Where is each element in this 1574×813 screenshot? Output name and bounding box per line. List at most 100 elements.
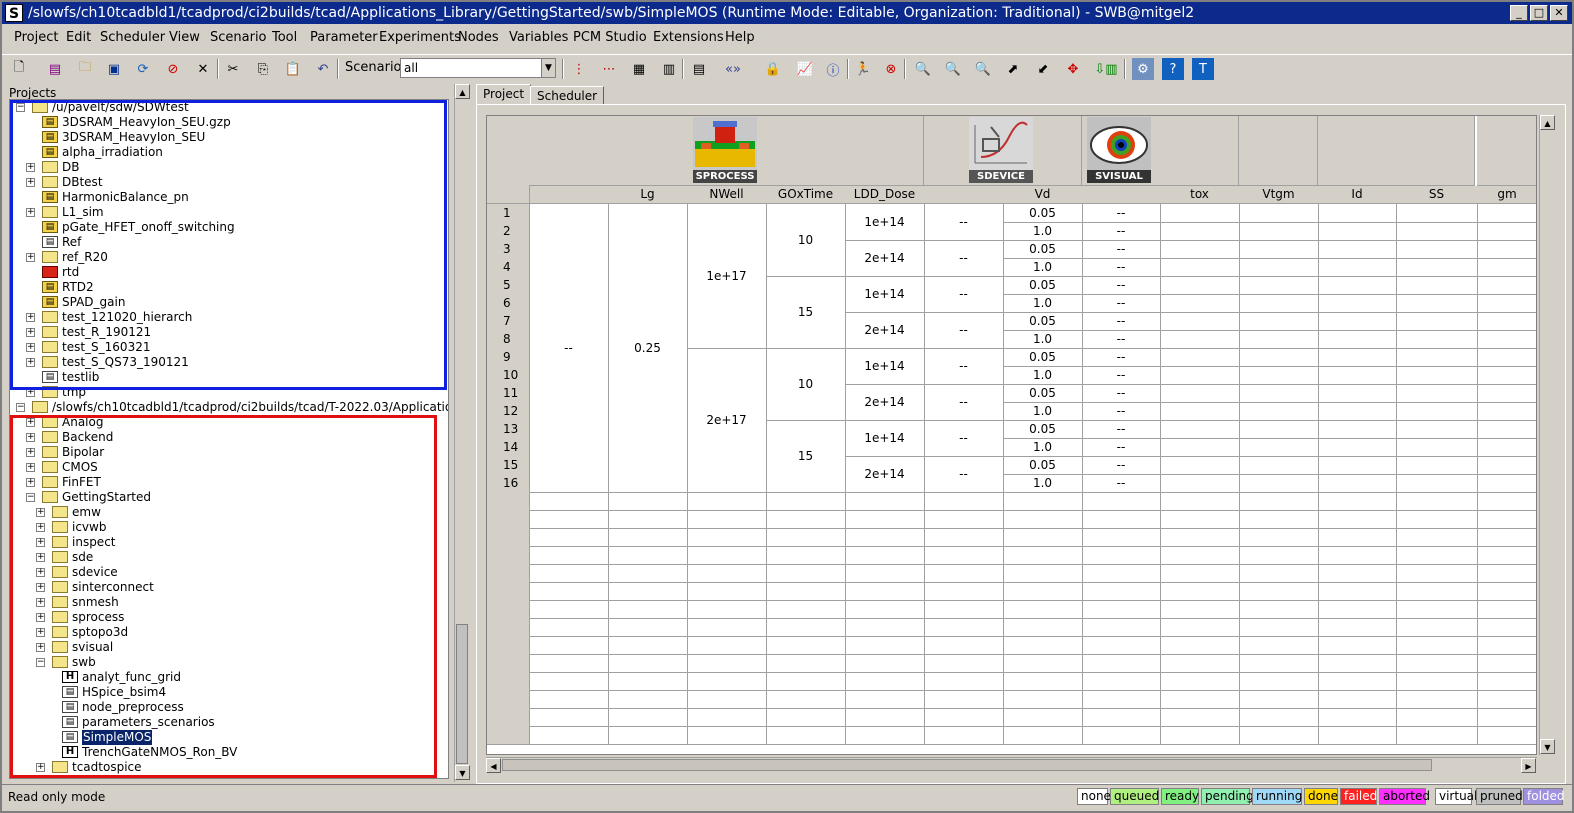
variable-icon[interactable]: «»	[722, 58, 744, 80]
menu-variables[interactable]: Variables	[509, 30, 568, 45]
zoom-in-icon[interactable]: 🔍	[912, 58, 934, 80]
cell-sdevice-node[interactable]: --	[1082, 312, 1161, 331]
cell-sprocess-node[interactable]: --	[924, 456, 1004, 493]
cell-sdevice-node[interactable]: --	[1082, 438, 1161, 457]
row-number[interactable]	[487, 492, 530, 511]
menu-pcm-studio[interactable]: PCM Studio	[573, 30, 647, 45]
cell-vd[interactable]: 0.05	[1003, 456, 1083, 475]
row-number[interactable]	[487, 528, 530, 547]
cell-sprocess-node[interactable]: --	[924, 420, 1004, 457]
scroll-down-icon[interactable]: ▼	[455, 765, 470, 780]
project-tree[interactable]: −/u/pavelt/sdw/SDWtest ▤ 3DSRAM_HeavyIon_S…	[9, 99, 449, 779]
scroll-thumb[interactable]	[456, 624, 468, 764]
cell-vd[interactable]: 0.05	[1003, 384, 1083, 403]
row-number[interactable]	[487, 582, 530, 601]
cell-lg[interactable]: 0.25	[608, 204, 688, 493]
cell-vd[interactable]: 1.0	[1003, 474, 1083, 493]
column-header[interactable]: Vd	[1003, 186, 1083, 204]
column-header[interactable]: gm	[1477, 186, 1536, 204]
row-number[interactable]	[487, 510, 530, 529]
cell-vd[interactable]: 1.0	[1003, 294, 1083, 313]
cell-sprocess-node[interactable]: --	[924, 240, 1004, 277]
cell-vd[interactable]: 1.0	[1003, 222, 1083, 241]
cell-sdevice-node[interactable]: --	[1082, 294, 1161, 313]
tab-scheduler[interactable]: Scheduler	[530, 86, 605, 104]
cell-ldd-dose[interactable]: 2e+14	[845, 312, 925, 349]
column-header[interactable]	[924, 186, 1004, 204]
import-icon[interactable]: ⬋	[1032, 58, 1054, 80]
cell-ldd-dose[interactable]: 1e+14	[845, 420, 925, 457]
column-header[interactable]	[1082, 186, 1161, 204]
cell-goxtime[interactable]: 15	[766, 276, 846, 349]
undo-icon[interactable]: ↶	[312, 58, 334, 80]
row-number[interactable]	[487, 672, 530, 691]
cell-goxtime[interactable]: 10	[766, 348, 846, 421]
new-project-icon[interactable]: 🗋	[8, 58, 30, 80]
lock-icon[interactable]: 🔒	[762, 58, 784, 80]
chart-icon[interactable]: 📈	[794, 58, 816, 80]
node-view-icon[interactable]: ▤	[688, 58, 710, 80]
column-header[interactable]: Id	[1318, 186, 1397, 204]
cell-nwell[interactable]: 2e+17	[687, 348, 767, 493]
delete-icon[interactable]: ✕	[192, 58, 214, 80]
cell-sprocess-node[interactable]: --	[924, 312, 1004, 349]
column-header[interactable]: GOxTime	[766, 186, 846, 204]
cell-vd[interactable]: 1.0	[1003, 402, 1083, 421]
cell-sdevice-node[interactable]: --	[1082, 366, 1161, 385]
open-swb-icon[interactable]: ▤	[44, 58, 66, 80]
minimize-button[interactable]: _	[1510, 5, 1528, 21]
menu-experiments[interactable]: Experiments	[379, 30, 461, 45]
cell-sdevice-node[interactable]: --	[1082, 258, 1161, 277]
row-number[interactable]: 16	[487, 474, 530, 493]
row-number[interactable]	[487, 726, 530, 745]
refresh-icon[interactable]: ⟳	[132, 58, 154, 80]
tree-root-applications[interactable]: − /slowfs/ch10tcadbld1/tcadprod/ci2builds…	[10, 400, 448, 415]
terminal-icon[interactable]: T	[1192, 58, 1214, 80]
cell-sprocess-node[interactable]: --	[924, 276, 1004, 313]
cell-ldd-dose[interactable]: 2e+14	[845, 384, 925, 421]
tree-scrollbar[interactable]: ▲ ▼	[454, 84, 470, 782]
cell-sprocess-node[interactable]: --	[924, 348, 1004, 385]
merge-icon[interactable]: ⋯	[598, 58, 620, 80]
menu-view[interactable]: View	[169, 30, 200, 45]
zoom-fit-icon[interactable]: 🔍	[972, 58, 994, 80]
row-number[interactable]	[487, 546, 530, 565]
download-icon[interactable]: ⇩▥	[1092, 58, 1120, 80]
svisual-tool[interactable]: SVISUAL	[1087, 117, 1151, 183]
cell-ldd-dose[interactable]: 2e+14	[845, 240, 925, 277]
grid-scrollbar[interactable]: ▲ ▼	[1539, 115, 1555, 755]
menu-nodes[interactable]: Nodes	[458, 30, 499, 45]
row-number[interactable]	[487, 654, 530, 673]
info-icon[interactable]: ⓘ	[822, 58, 844, 80]
cell-vd[interactable]: 0.05	[1003, 276, 1083, 295]
row-number[interactable]: 15	[487, 456, 530, 475]
add-experiment-icon[interactable]: ▦	[628, 58, 650, 80]
cell-vd[interactable]: 0.05	[1003, 204, 1083, 223]
cell-vd[interactable]: 1.0	[1003, 330, 1083, 349]
open-folder-icon[interactable]: 🗀	[74, 58, 96, 80]
export-icon[interactable]: ⬈	[1002, 58, 1024, 80]
sdevice-tool[interactable]: SDEVICE	[969, 117, 1033, 183]
row-number[interactable]: 10	[487, 366, 530, 385]
row-number[interactable]	[487, 600, 530, 619]
scroll-down-icon[interactable]: ▼	[1540, 739, 1555, 754]
cell-ldd-dose[interactable]: 1e+14	[845, 204, 925, 241]
menu-extensions[interactable]: Extensions	[653, 30, 724, 45]
row-number[interactable]	[487, 690, 530, 709]
cell-sdevice-node[interactable]: --	[1082, 474, 1161, 493]
cell-vd[interactable]: 1.0	[1003, 366, 1083, 385]
abort-icon[interactable]: ⊗	[880, 58, 902, 80]
cell-sdevice-node[interactable]: --	[1082, 204, 1161, 223]
save-icon[interactable]: ▣	[103, 58, 125, 80]
cell-vd[interactable]: 0.05	[1003, 312, 1083, 331]
cell-sdevice-node[interactable]: --	[1082, 276, 1161, 295]
prune-icon[interactable]: ✥	[1062, 58, 1084, 80]
menu-scenario[interactable]: Scenario	[210, 30, 267, 45]
cell-sprocess-node[interactable]: --	[924, 384, 1004, 421]
cut-icon[interactable]: ✂	[222, 58, 244, 80]
cell-c0[interactable]: --	[529, 204, 609, 493]
menu-edit[interactable]: Edit	[66, 30, 91, 45]
paste-icon[interactable]: 📋	[282, 58, 304, 80]
add-parameter-icon[interactable]: ▥	[658, 58, 680, 80]
cell-vd[interactable]: 1.0	[1003, 438, 1083, 457]
